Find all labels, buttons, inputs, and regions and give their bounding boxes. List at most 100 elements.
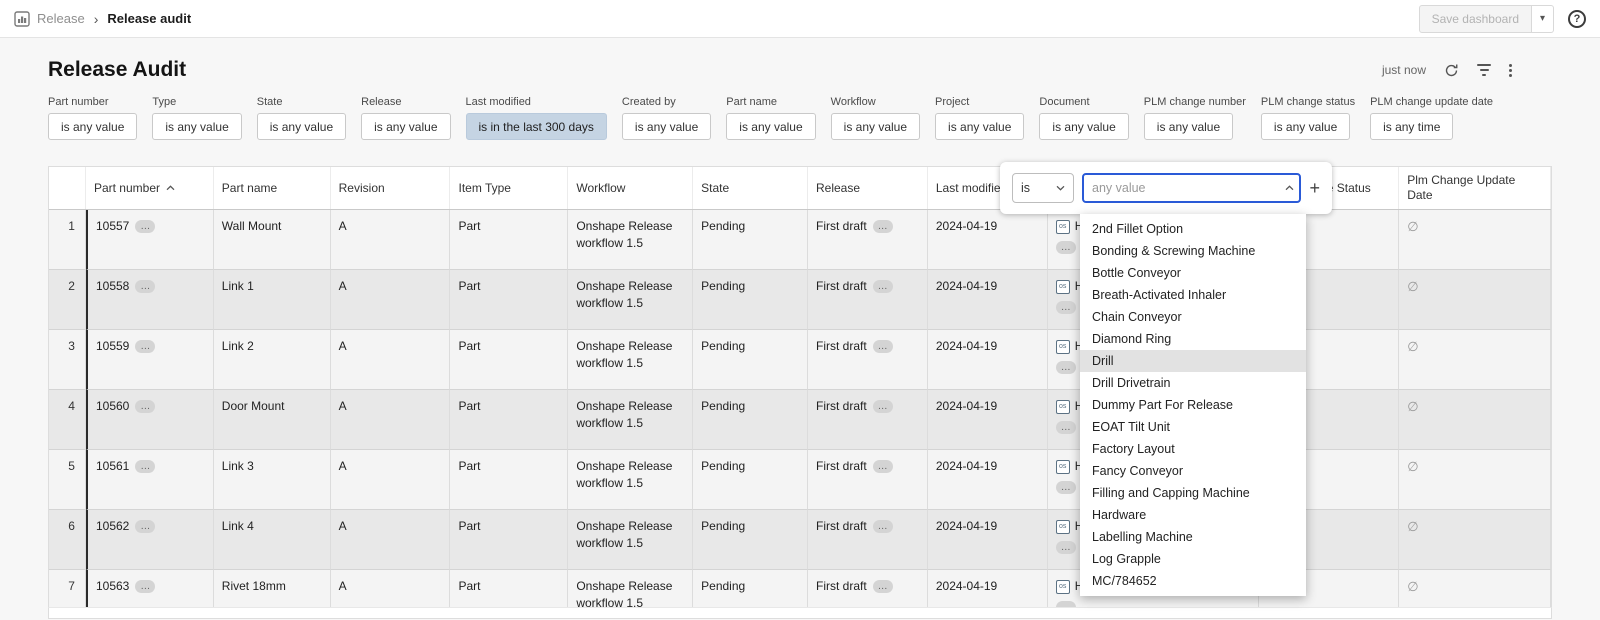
chevron-up-icon[interactable] — [1285, 185, 1294, 191]
document-icon: os — [1056, 520, 1070, 534]
more-actions-button[interactable]: … — [135, 460, 155, 473]
column-header-release[interactable]: Release — [808, 167, 928, 209]
cell-plm_change_update_date: ∅ — [1399, 450, 1551, 510]
filter-option-dummy-part-for-release[interactable]: Dummy Part For Release — [1080, 394, 1306, 416]
filter-option-fancy-conveyor[interactable]: Fancy Conveyor — [1080, 460, 1306, 482]
more-actions-button[interactable]: … — [1056, 241, 1076, 254]
table-row[interactable]: 310559…Link 2APartOnshape Release workfl… — [49, 330, 1551, 390]
more-actions-button[interactable]: … — [873, 400, 893, 413]
save-dashboard-caret-button[interactable]: ▾ — [1532, 5, 1554, 33]
filter-option-bottle-conveyor[interactable]: Bottle Conveyor — [1080, 262, 1306, 284]
filter-group-last-modified: Last modified is in the last 300 days — [466, 96, 607, 140]
more-actions-button[interactable]: … — [873, 580, 893, 593]
filter-chip-plm-change-number[interactable]: is any value — [1144, 113, 1233, 140]
more-actions-button[interactable]: … — [873, 340, 893, 353]
filter-option-hardware[interactable]: Hardware — [1080, 504, 1306, 526]
filter-value-input[interactable] — [1082, 173, 1301, 203]
column-header-state[interactable]: State — [693, 167, 808, 209]
filter-option-mc-784652[interactable]: MC/784652 — [1080, 570, 1306, 592]
help-icon[interactable]: ? — [1568, 10, 1586, 28]
filter-chip-project[interactable]: is any value — [935, 113, 1024, 140]
filter-chip-workflow[interactable]: is any value — [831, 113, 920, 140]
add-filter-value-button[interactable]: + — [1309, 179, 1320, 197]
more-actions-button[interactable]: … — [873, 520, 893, 533]
empty-value-icon: ∅ — [1407, 519, 1418, 534]
more-actions-button[interactable]: … — [135, 220, 155, 233]
cell-part_name: Link 4 — [214, 510, 331, 570]
filter-chip-state[interactable]: is any value — [257, 113, 346, 140]
filter-chip-document[interactable]: is any value — [1039, 113, 1128, 140]
more-actions-button[interactable]: … — [135, 340, 155, 353]
column-header-revision[interactable]: Revision — [331, 167, 451, 209]
filter-chip-last-modified[interactable]: is in the last 300 days — [466, 113, 607, 140]
filter-group-part-number: Part number is any value — [48, 96, 137, 140]
column-header-num[interactable] — [49, 167, 86, 209]
filter-option-diamond-ring[interactable]: Diamond Ring — [1080, 328, 1306, 350]
more-actions-button[interactable]: … — [1056, 301, 1076, 314]
cell-release: First draft… — [808, 210, 928, 270]
filter-option-drill[interactable]: Drill — [1080, 350, 1306, 372]
more-actions-button[interactable]: … — [135, 520, 155, 533]
column-header-part_name[interactable]: Part name — [214, 167, 331, 209]
filter-option-eoat-tilt-unit[interactable]: EOAT Tilt Unit — [1080, 416, 1306, 438]
filter-option-2nd-fillet-option[interactable]: 2nd Fillet Option — [1080, 218, 1306, 240]
more-actions-button[interactable]: … — [135, 400, 155, 413]
filter-chip-plm-change-update-date[interactable]: is any time — [1370, 113, 1453, 140]
filter-option-labelling-machine[interactable]: Labelling Machine — [1080, 526, 1306, 548]
filter-option-filling-and-capping-machine[interactable]: Filling and Capping Machine — [1080, 482, 1306, 504]
filter-option-drill-drivetrain[interactable]: Drill Drivetrain — [1080, 372, 1306, 394]
cell-state: Pending — [693, 330, 808, 390]
filter-icon[interactable] — [1477, 64, 1491, 76]
more-actions-button[interactable]: … — [1056, 541, 1076, 554]
refresh-icon[interactable] — [1444, 63, 1459, 78]
filter-chip-release[interactable]: is any value — [361, 113, 450, 140]
horizontal-scrollbar[interactable] — [48, 607, 1552, 619]
cell-revision: A — [331, 510, 451, 570]
filter-option-factory-layout[interactable]: Factory Layout — [1080, 438, 1306, 460]
table-row[interactable]: 710563…Rivet 18mmAPartOnshape Release wo… — [49, 570, 1551, 607]
filter-chip-type[interactable]: is any value — [152, 113, 241, 140]
more-actions-button[interactable]: … — [1056, 601, 1076, 607]
cell-item_type: Part — [450, 210, 568, 270]
column-header-part_number[interactable]: Part number — [86, 167, 214, 209]
more-actions-button[interactable]: … — [1056, 421, 1076, 434]
breadcrumb-app[interactable]: Release — [37, 11, 85, 26]
filter-chip-part-number[interactable]: is any value — [48, 113, 137, 140]
more-actions-button[interactable]: … — [873, 220, 893, 233]
table-row[interactable]: 610562…Link 4APartOnshape Release workfl… — [49, 510, 1551, 570]
more-actions-button[interactable]: … — [135, 280, 155, 293]
cell-item_type: Part — [450, 510, 568, 570]
filter-label-last-modified: Last modified — [466, 96, 607, 108]
empty-value-icon: ∅ — [1407, 219, 1418, 234]
more-actions-button[interactable]: … — [1056, 361, 1076, 374]
table-row[interactable]: 110557…Wall MountAPartOnshape Release wo… — [49, 210, 1551, 270]
cell-workflow: Onshape Release workflow 1.5 — [568, 450, 693, 510]
table-row[interactable]: 210558…Link 1APartOnshape Release workfl… — [49, 270, 1551, 330]
kebab-menu-icon[interactable] — [1509, 64, 1512, 77]
filter-group-type: Type is any value — [152, 96, 241, 140]
more-actions-button[interactable]: … — [873, 280, 893, 293]
last-refreshed-text: just now — [1382, 63, 1426, 77]
filter-option-chain-conveyor[interactable]: Chain Conveyor — [1080, 306, 1306, 328]
filter-chip-part-name[interactable]: is any value — [726, 113, 815, 140]
column-header-workflow[interactable]: Workflow — [568, 167, 693, 209]
filter-operator-select[interactable]: is — [1012, 173, 1074, 203]
save-dashboard-button[interactable]: Save dashboard — [1419, 5, 1532, 33]
column-header-item_type[interactable]: Item Type — [450, 167, 568, 209]
cell-last_modified: 2024-04-19 — [928, 450, 1048, 510]
filter-chip-plm-change-status[interactable]: is any value — [1261, 113, 1350, 140]
cell-part_name: Door Mount — [214, 390, 331, 450]
table-row[interactable]: 510561…Link 3APartOnshape Release workfl… — [49, 450, 1551, 510]
cell-plm_change_update_date: ∅ — [1399, 330, 1551, 390]
column-header-plm_change_update_date[interactable]: Plm Change Update Date — [1399, 167, 1551, 209]
filter-label-release: Release — [361, 96, 450, 108]
filter-option-breath-activated-inhaler[interactable]: Breath-Activated Inhaler — [1080, 284, 1306, 306]
empty-value-icon: ∅ — [1407, 339, 1418, 354]
table-row[interactable]: 410560…Door MountAPartOnshape Release wo… — [49, 390, 1551, 450]
more-actions-button[interactable]: … — [1056, 481, 1076, 494]
filter-option-bonding-screwing-machine[interactable]: Bonding & Screwing Machine — [1080, 240, 1306, 262]
filter-chip-created-by[interactable]: is any value — [622, 113, 711, 140]
more-actions-button[interactable]: … — [135, 580, 155, 593]
more-actions-button[interactable]: … — [873, 460, 893, 473]
filter-option-log-grapple[interactable]: Log Grapple — [1080, 548, 1306, 570]
